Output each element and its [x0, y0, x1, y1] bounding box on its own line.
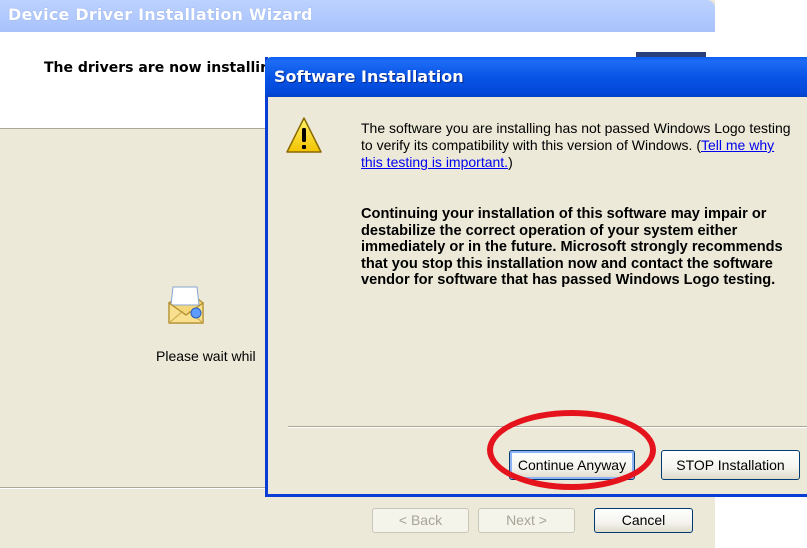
- next-button[interactable]: Next >: [478, 508, 575, 533]
- warning-triangle-icon: [286, 117, 322, 153]
- dialog-title: Software Installation: [274, 67, 464, 86]
- software-installation-dialog: Software Installation The software you a…: [265, 57, 807, 497]
- cancel-button[interactable]: Cancel: [594, 508, 693, 533]
- dialog-warning: Continuing your installation of this sof…: [361, 206, 783, 288]
- wait-text: Please wait whil: [156, 348, 256, 364]
- wizard-heading: The drivers are now installir: [44, 60, 267, 76]
- message-close: ): [508, 154, 513, 170]
- wizard-titlebar[interactable]: Device Driver Installation Wizard: [0, 0, 715, 32]
- open-envelope-icon: [168, 286, 204, 324]
- dialog-titlebar[interactable]: Software Installation: [265, 57, 807, 97]
- wizard-title: Device Driver Installation Wizard: [8, 5, 313, 24]
- dialog-message: The software you are installing has not …: [361, 120, 799, 171]
- stop-installation-button[interactable]: STOP Installation: [661, 450, 800, 480]
- back-button[interactable]: < Back: [372, 508, 469, 533]
- continue-anyway-button[interactable]: Continue Anyway: [509, 450, 635, 480]
- dialog-divider: [288, 426, 807, 428]
